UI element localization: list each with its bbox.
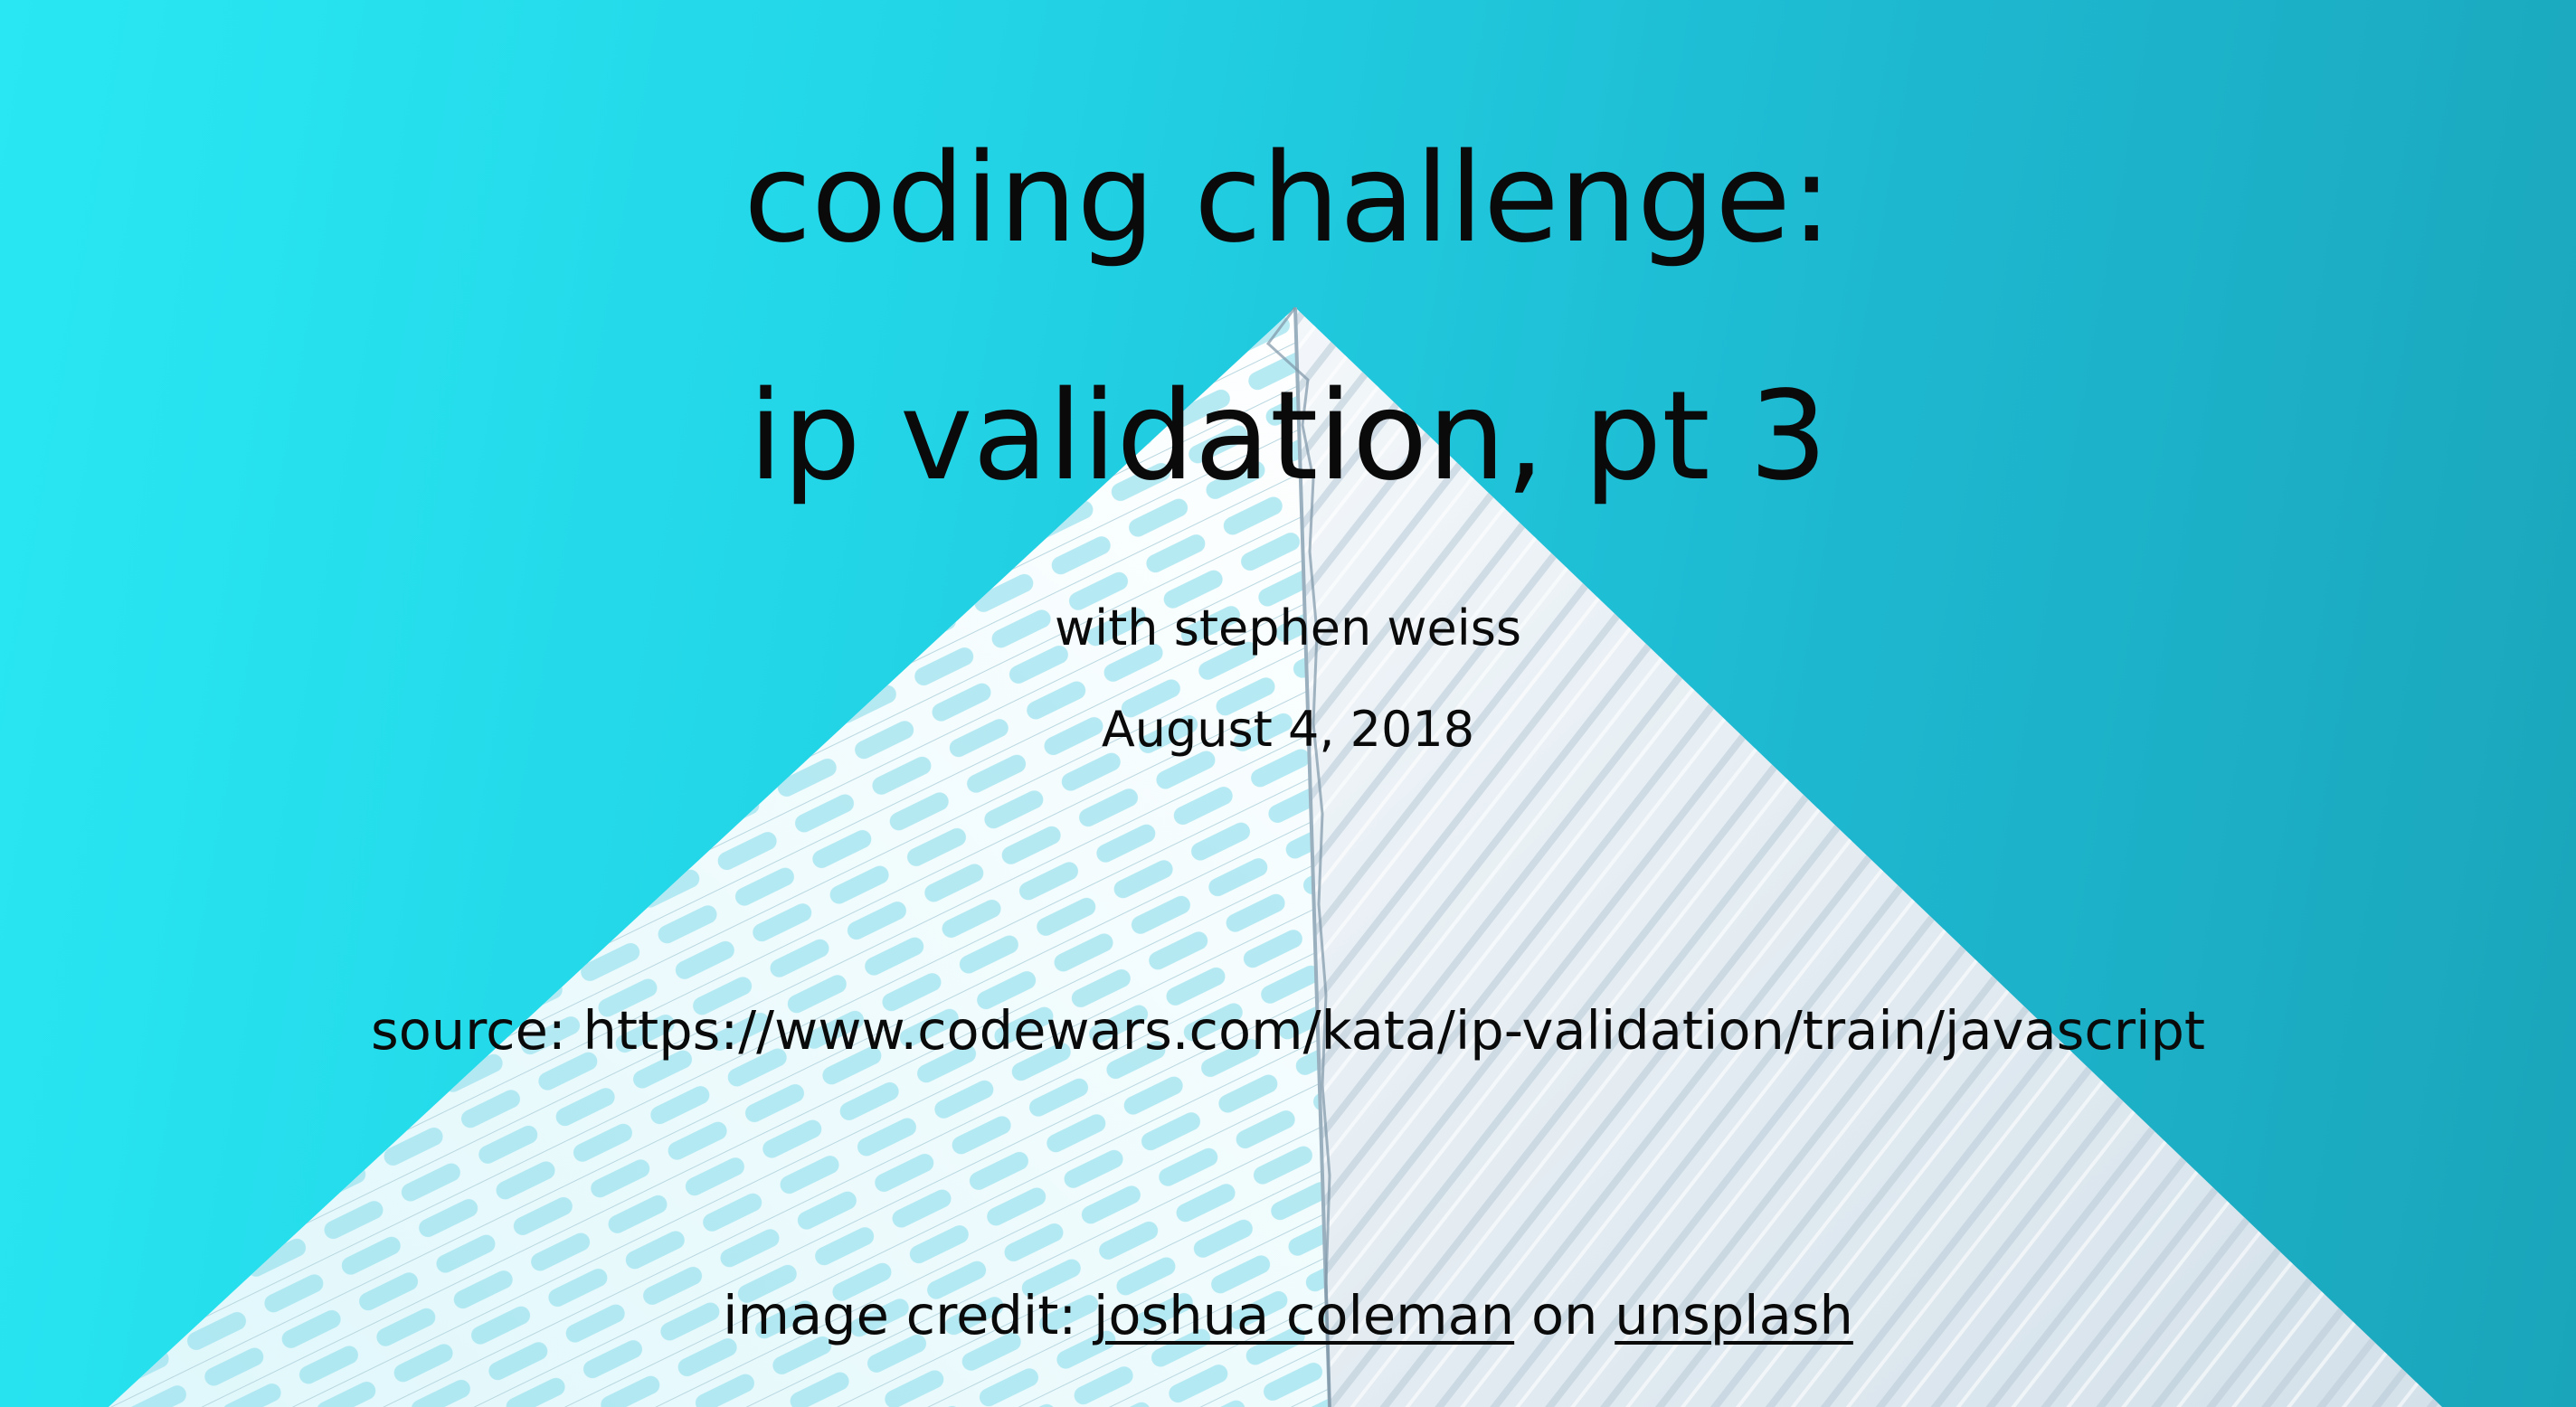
- date-text: August 4, 2018: [1101, 701, 1475, 758]
- source-url: https://www.codewars.com/kata/ip-validat…: [582, 999, 2206, 1062]
- title-line-2: ip validation, pt 3: [748, 365, 1828, 508]
- slide: coding challenge: ip validation, pt 3 wi…: [0, 0, 2576, 1407]
- credit-prefix: image credit:: [723, 1284, 1077, 1346]
- source-label: source:: [370, 999, 566, 1062]
- title-line-1: coding challenge:: [743, 127, 1833, 270]
- photographer-link[interactable]: joshua coleman: [1094, 1284, 1514, 1346]
- author-text: with stephen weiss: [1054, 600, 1522, 656]
- unsplash-link[interactable]: unsplash: [1615, 1284, 1853, 1346]
- credit-on-text: on: [1530, 1284, 1598, 1346]
- slide-text-layer: coding challenge: ip validation, pt 3 wi…: [0, 0, 2576, 1407]
- image-credit-line: image credit: joshua coleman on unsplash: [0, 1289, 2576, 1342]
- source-line: source: https://www.codewars.com/kata/ip…: [0, 1004, 2576, 1057]
